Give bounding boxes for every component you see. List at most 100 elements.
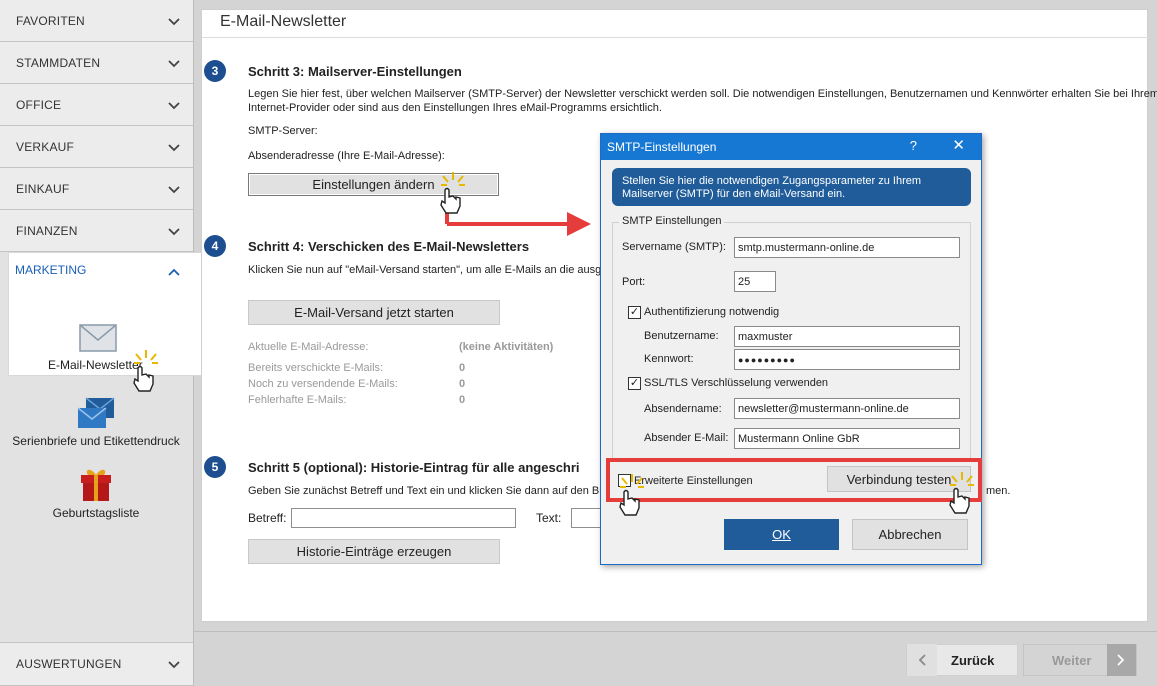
- subject-label: Betreff:: [248, 511, 287, 525]
- dialog-title: SMTP-Einstellungen: [607, 140, 717, 154]
- step-3-desc-2: Internet-Provider oder sind aus den Eins…: [248, 102, 662, 114]
- sidebar-item-finanzen[interactable]: FINANZEN: [0, 210, 193, 252]
- gift-icon: [81, 469, 111, 501]
- auth-label: Authentifizierung notwendig: [644, 306, 780, 318]
- sender-name-input[interactable]: newsletter@mustermann-online.de: [734, 398, 960, 419]
- sidebar-item-stammdaten[interactable]: STAMMDATEN: [0, 42, 193, 84]
- sidebar-item-label: EINKAUF: [16, 181, 70, 196]
- sidebar-app-label: Serienbriefe und Etikettendruck: [12, 434, 180, 448]
- sidebar-item-label: FAVORITEN: [16, 13, 85, 28]
- sidebar-item-auswertungen[interactable]: AUSWERTUNGEN: [0, 642, 193, 686]
- sidebar-item-label: AUSWERTUNGEN: [16, 657, 122, 671]
- sender-email-input[interactable]: Mustermann Online GbR: [734, 428, 960, 449]
- info-line-2: Mailserver (SMTP) für den eMail-Versand …: [622, 188, 846, 200]
- ssl-checkbox[interactable]: ✓: [628, 377, 641, 390]
- step-4-title: Schritt 4: Verschicken des E-Mail-Newsle…: [248, 239, 530, 254]
- pending-count-label: Noch zu versendende E-Mails:: [248, 378, 398, 390]
- group-label: SMTP Einstellungen: [619, 215, 725, 227]
- sidebar-app-serienbriefe[interactable]: Serienbriefe und Etikettendruck: [6, 396, 186, 448]
- sent-count-value: 0: [459, 362, 466, 374]
- cancel-button[interactable]: Abbrechen: [852, 519, 968, 550]
- highlight-box: [606, 458, 982, 502]
- error-count-label: Fehlerhafte E-Mails:: [248, 394, 347, 406]
- chevron-down-icon: [168, 18, 180, 26]
- chevron-right-icon: [1117, 654, 1125, 666]
- chevron-left-icon: [918, 654, 926, 666]
- sidebar-item-label: VERKAUF: [16, 139, 75, 154]
- pending-count-value: 0: [459, 378, 466, 390]
- step-5-badge: 5: [204, 456, 226, 478]
- next-button[interactable]: Weiter: [1023, 644, 1137, 676]
- create-history-button[interactable]: Historie-Einträge erzeugen: [248, 539, 500, 564]
- hand-cursor-icon: [440, 172, 465, 214]
- step-5-desc: Geben Sie zunächst Betreff und Text ein …: [248, 485, 612, 497]
- sidebar-app-geburtstagsliste[interactable]: Geburtstagsliste: [6, 466, 186, 520]
- sidebar-item-label: FINANZEN: [16, 223, 78, 238]
- dialog-info-box: Stellen Sie hier die notwendigen Zugangs…: [612, 168, 971, 206]
- text-input[interactable]: [571, 508, 601, 528]
- bottom-bar: Zurück Weiter: [194, 631, 1157, 686]
- close-button[interactable]: ✕: [952, 136, 965, 154]
- help-button[interactable]: ?: [910, 138, 917, 153]
- sidebar-item-label: STAMMDATEN: [16, 55, 101, 70]
- chevron-down-icon: [168, 60, 180, 68]
- page-title: E-Mail-Newsletter: [220, 13, 347, 30]
- chevron-down-icon: [168, 102, 180, 110]
- password-input[interactable]: ●●●●●●●●●: [734, 349, 960, 370]
- back-button[interactable]: Zurück: [906, 644, 1018, 676]
- auth-checkbox[interactable]: ✓: [628, 306, 641, 319]
- sidebar-app-label: Geburtstagsliste: [52, 506, 140, 520]
- red-arrow-annotation: [445, 210, 591, 236]
- hand-cursor-icon: [133, 350, 158, 392]
- sidebar-section-marketing: MARKETING E-Mail-Newsletter: [8, 252, 202, 376]
- step-3-title: Schritt 3: Mailserver-Einstellungen: [248, 64, 462, 79]
- sidebar-item-einkauf[interactable]: EINKAUF: [0, 168, 193, 210]
- text-label: Text:: [536, 511, 562, 525]
- hand-cursor-icon: [619, 474, 644, 516]
- back-arrow-box: [907, 644, 937, 676]
- chevron-down-icon: [168, 144, 180, 152]
- info-line-1: Stellen Sie hier die notwendigen Zugangs…: [622, 175, 922, 187]
- smtp-server-label: SMTP-Server:: [248, 125, 318, 137]
- sidebar-item-marketing[interactable]: MARKETING: [15, 263, 86, 277]
- step-5-desc-tail: men.: [986, 485, 1011, 497]
- username-input[interactable]: maxmuster: [734, 326, 960, 347]
- ssl-label: SSL/TLS Verschlüsselung verwenden: [644, 377, 829, 389]
- sent-count-label: Bereits verschickte E-Mails:: [248, 362, 384, 374]
- subject-input[interactable]: [291, 508, 516, 528]
- port-label: Port:: [622, 276, 646, 288]
- chevron-down-icon: [168, 186, 180, 194]
- step-4-desc: Klicken Sie nun auf "eMail-Versand start…: [248, 264, 622, 276]
- sidebar-item-office[interactable]: OFFICE: [0, 84, 193, 126]
- chevron-up-icon[interactable]: [167, 265, 181, 279]
- chevron-down-icon: [168, 228, 180, 236]
- current-email-value: (keine Aktivitäten): [459, 341, 554, 353]
- envelope-icon: [79, 324, 117, 352]
- step-4-badge: 4: [204, 235, 226, 257]
- letters-icon: [77, 397, 115, 428]
- step-3-desc-1: Legen Sie hier fest, über welchen Mailse…: [248, 88, 1157, 100]
- step-5-title: Schritt 5 (optional): Historie-Eintrag f…: [248, 460, 580, 475]
- sidebar-item-favoriten[interactable]: FAVORITEN: [0, 0, 193, 42]
- current-email-label: Aktuelle E-Mail-Adresse:: [248, 341, 369, 353]
- port-input[interactable]: 25: [734, 271, 776, 292]
- server-label: Servername (SMTP):: [622, 241, 726, 253]
- dialog-titlebar: SMTP-Einstellungen ? ✕: [601, 134, 981, 160]
- hand-cursor-icon: [949, 472, 974, 514]
- sidebar-item-verkauf[interactable]: VERKAUF: [0, 126, 193, 168]
- next-arrow-box: [1106, 644, 1136, 676]
- sender-email-label: Absender E-Mail:: [644, 432, 729, 444]
- start-sending-button[interactable]: E-Mail-Versand jetzt starten: [248, 300, 500, 325]
- password-label: Kennwort:: [644, 353, 694, 365]
- sender-name-label: Absendername:: [644, 403, 722, 415]
- sidebar-item-label: OFFICE: [16, 97, 62, 112]
- next-label: Weiter: [1052, 652, 1092, 668]
- user-label: Benutzername:: [644, 330, 719, 342]
- back-label: Zurück: [951, 652, 995, 668]
- sender-address-label: Absenderadresse (Ihre E-Mail-Adresse):: [248, 150, 445, 162]
- title-divider: [202, 37, 1149, 38]
- ok-button[interactable]: OK: [724, 519, 839, 550]
- error-count-value: 0: [459, 394, 466, 406]
- server-input[interactable]: smtp.mustermann-online.de: [734, 237, 960, 258]
- chevron-down-icon: [168, 661, 180, 669]
